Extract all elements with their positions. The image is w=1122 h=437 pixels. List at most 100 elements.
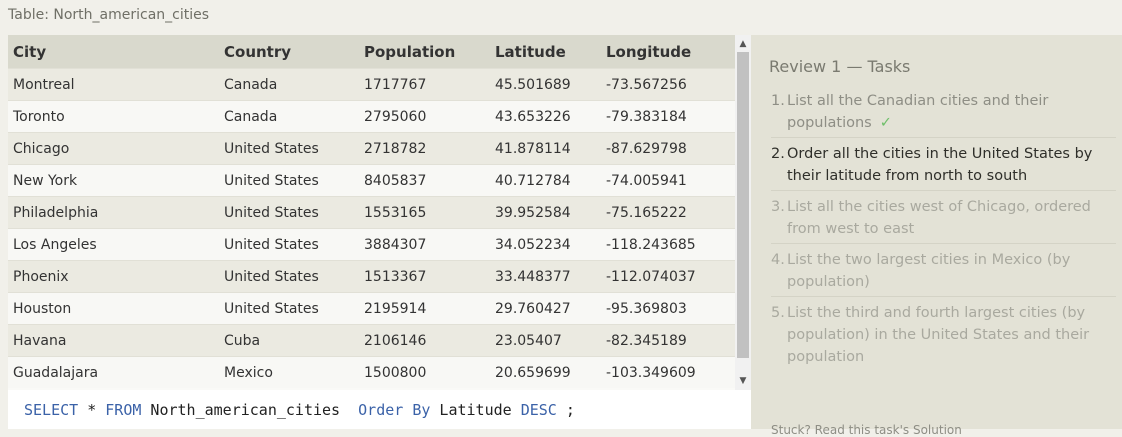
task-number: 1. xyxy=(771,93,785,109)
table-row: Havana Cuba 2106146 23.05407 -82.345189 xyxy=(8,324,751,357)
cell-country: United States xyxy=(219,260,359,293)
cell-latitude: 45.501689 xyxy=(490,68,601,101)
tasks-title: Review 1 — Tasks xyxy=(769,57,911,76)
table-row: Phoenix United States 1513367 33.448377 … xyxy=(8,260,751,293)
cell-population: 2718782 xyxy=(359,132,490,165)
checkmark-icon: ✓ xyxy=(879,115,892,131)
cell-latitude: 33.448377 xyxy=(490,260,601,293)
task-text: Order all the cities in the United State… xyxy=(787,146,1093,184)
table-row: Guadalajara Mexico 1500800 20.659699 -10… xyxy=(8,356,751,388)
table-row: Montreal Canada 1717767 45.501689 -73.56… xyxy=(8,68,751,101)
cell-latitude: 41.878114 xyxy=(490,132,601,165)
results-table: City Country Population Latitude Longitu… xyxy=(8,35,751,388)
table-row: Toronto Canada 2795060 43.653226 -79.383… xyxy=(8,100,751,133)
cell-longitude: -87.629798 xyxy=(601,132,751,165)
cell-latitude: 20.659699 xyxy=(490,356,601,388)
cell-country: United States xyxy=(219,196,359,229)
cell-longitude: -103.349609 xyxy=(601,356,751,388)
solution-link[interactable]: Stuck? Read this task's Solution xyxy=(771,423,962,437)
cell-country: Canada xyxy=(219,100,359,133)
cell-country: United States xyxy=(219,292,359,325)
cell-population: 8405837 xyxy=(359,164,490,197)
cell-country: Mexico xyxy=(219,356,359,388)
cell-city: Houston xyxy=(8,292,219,325)
cell-population: 1553165 xyxy=(359,196,490,229)
cell-latitude: 40.712784 xyxy=(490,164,601,197)
sql-keyword-desc: DESC xyxy=(520,401,557,419)
cell-population: 3884307 xyxy=(359,228,490,261)
task-divider xyxy=(771,243,1116,244)
sql-query-text[interactable]: SELECT * FROM North_american_cities Orde… xyxy=(24,401,575,419)
sql-keyword-from: FROM xyxy=(105,401,142,419)
cell-latitude: 34.052234 xyxy=(490,228,601,261)
task-number: 4. xyxy=(771,252,785,268)
cell-city: Philadelphia xyxy=(8,196,219,229)
table-row: New York United States 8405837 40.712784… xyxy=(8,164,751,197)
table-header-row: City Country Population Latitude Longitu… xyxy=(8,35,751,69)
column-header-city: City xyxy=(8,35,219,69)
cell-city: Phoenix xyxy=(8,260,219,293)
column-header-population: Population xyxy=(359,35,490,69)
table-title: Table: North_american_cities xyxy=(8,7,210,23)
cell-longitude: -118.243685 xyxy=(601,228,751,261)
cell-longitude: -82.345189 xyxy=(601,324,751,357)
tasks-panel: Review 1 — Tasks 1. List all the Canadia… xyxy=(751,35,1122,437)
table-scrollbar[interactable]: ▲ ▼ xyxy=(735,35,751,390)
cell-population: 1513367 xyxy=(359,260,490,293)
task-number: 2. xyxy=(771,146,785,162)
sql-token: * xyxy=(78,401,106,419)
cell-latitude: 23.05407 xyxy=(490,324,601,357)
cell-population: 2106146 xyxy=(359,324,490,357)
sql-query-editor[interactable]: SELECT * FROM North_american_cities Orde… xyxy=(8,390,751,429)
table-row: Houston United States 2195914 29.760427 … xyxy=(8,292,751,325)
scroll-down-arrow-icon[interactable]: ▼ xyxy=(735,374,751,388)
task-text-wrap: List all the Canadian cities and their p… xyxy=(787,90,1117,134)
cell-population: 2195914 xyxy=(359,292,490,325)
task-number: 5. xyxy=(771,305,785,321)
task-number: 3. xyxy=(771,199,785,215)
task-divider xyxy=(771,137,1116,138)
cell-longitude: -73.567256 xyxy=(601,68,751,101)
cell-longitude: -75.165222 xyxy=(601,196,751,229)
cell-longitude: -95.369803 xyxy=(601,292,751,325)
table-row: Los Angeles United States 3884307 34.052… xyxy=(8,228,751,261)
cell-population: 2795060 xyxy=(359,100,490,133)
task-divider xyxy=(771,190,1116,191)
cell-city: Guadalajara xyxy=(8,356,219,388)
cell-city: Toronto xyxy=(8,100,219,133)
cell-country: Cuba xyxy=(219,324,359,357)
sql-keyword-order-by: Order By xyxy=(358,401,431,419)
cell-city: Montreal xyxy=(8,68,219,101)
cell-city: Chicago xyxy=(8,132,219,165)
cell-country: United States xyxy=(219,132,359,165)
task-text: List all the Canadian cities and their p… xyxy=(787,93,1049,131)
cell-longitude: -112.074037 xyxy=(601,260,751,293)
scrollbar-thumb[interactable] xyxy=(737,52,749,358)
cell-longitude: -79.383184 xyxy=(601,100,751,133)
task-divider xyxy=(771,296,1116,297)
cell-latitude: 39.952584 xyxy=(490,196,601,229)
sql-column-name: Latitude xyxy=(430,401,521,419)
cell-latitude: 43.653226 xyxy=(490,100,601,133)
scroll-up-arrow-icon[interactable]: ▲ xyxy=(735,37,751,51)
cell-city: New York xyxy=(8,164,219,197)
cell-country: Canada xyxy=(219,68,359,101)
sql-table-name: North_american_cities xyxy=(141,401,359,419)
cell-country: United States xyxy=(219,228,359,261)
sql-terminator: ; xyxy=(556,401,575,419)
table-row: Chicago United States 2718782 41.878114 … xyxy=(8,132,751,165)
task-text: List the two largest cities in Mexico (b… xyxy=(787,252,1071,290)
table-row: Philadelphia United States 1553165 39.95… xyxy=(8,196,751,229)
cell-longitude: -74.005941 xyxy=(601,164,751,197)
cell-country: United States xyxy=(219,164,359,197)
task-text: List all the cities west of Chicago, ord… xyxy=(787,199,1091,237)
column-header-longitude: Longitude xyxy=(601,35,751,69)
column-header-latitude: Latitude xyxy=(490,35,601,69)
cell-latitude: 29.760427 xyxy=(490,292,601,325)
cell-city: Havana xyxy=(8,324,219,357)
cell-city: Los Angeles xyxy=(8,228,219,261)
results-table-container: City Country Population Latitude Longitu… xyxy=(8,35,751,390)
cell-population: 1717767 xyxy=(359,68,490,101)
cell-population: 1500800 xyxy=(359,356,490,388)
task-text: List the third and fourth largest cities… xyxy=(787,305,1090,365)
